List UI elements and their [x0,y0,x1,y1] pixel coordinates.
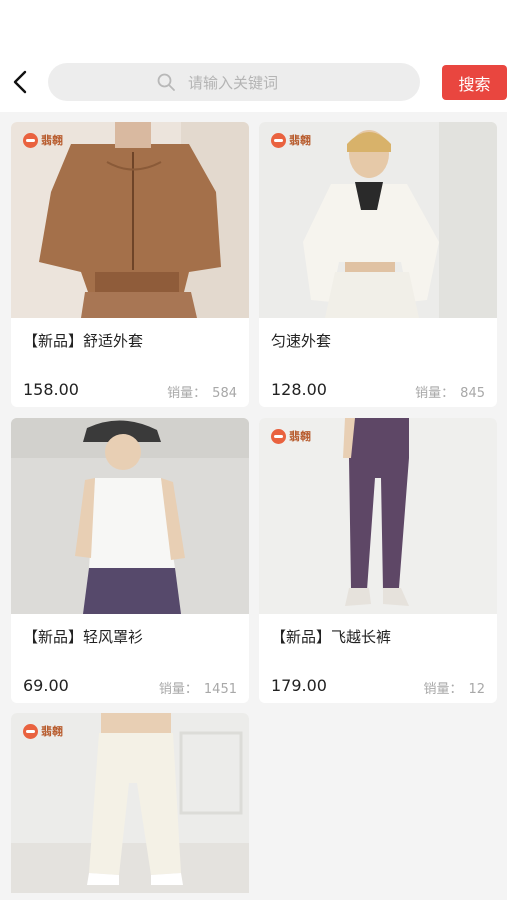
brand-label: 翡翱 [23,132,63,148]
brand-logo-icon [23,132,38,148]
product-card[interactable]: 翡翱 [11,713,249,893]
brand-logo-icon [23,723,38,739]
product-image: 翡翱 [259,418,497,614]
search-button[interactable]: 搜索 [442,65,507,100]
sales-label: 销量： [415,386,455,401]
brand-label: 翡翱 [271,428,311,444]
brand-name: 翡翱 [41,134,63,147]
sales-count: 12 [468,682,485,697]
sales-count: 845 [460,386,485,401]
product-price: 158.00 [23,380,79,399]
product-sales: 销量： 1451 [159,678,237,697]
product-image: 翡翱 [259,122,497,318]
product-image [11,418,249,614]
search-box[interactable] [48,63,420,103]
brand-name: 翡翱 [41,725,63,738]
top-bar: 搜索 [0,0,507,112]
brand-logo-icon [271,428,286,444]
product-card[interactable]: 翡翱 【新品】飞越长裤 179.00 销量： 12 [259,418,497,703]
back-arrow-icon [13,70,27,94]
brand-name: 翡翱 [289,134,311,147]
product-title: 【新品】飞越长裤 [271,628,392,646]
brand-name: 翡翱 [289,430,311,443]
product-title: 【新品】轻风罩衫 [23,628,144,646]
brand-logo-icon [271,132,286,148]
sales-label: 销量： [423,682,463,697]
sales-count: 1451 [203,682,237,697]
product-title: 匀速外套 [271,332,332,350]
product-card[interactable]: 【新品】轻风罩衫 69.00 销量： 1451 [11,418,249,703]
sales-count: 584 [212,386,237,401]
product-price: 69.00 [23,676,69,695]
product-sales: 销量： 845 [415,382,485,401]
product-price: 128.00 [271,380,327,399]
brand-label: 翡翱 [271,132,311,148]
search-input[interactable] [186,63,410,103]
product-title: 【新品】舒适外套 [23,332,144,350]
product-image: 翡翱 [11,713,249,893]
product-card[interactable]: 翡翱 匀速外套 128.00 销量： 845 [259,122,497,407]
search-icon [157,73,175,91]
brand-label: 翡翱 [23,723,63,739]
back-button[interactable] [8,66,32,98]
product-card[interactable]: 翡翱 【新品】舒适外套 158.00 销量： 584 [11,122,249,407]
product-sales: 销量： 12 [423,678,485,697]
sales-label: 销量： [167,386,207,401]
product-price: 179.00 [271,676,327,695]
sales-label: 销量： [158,682,198,697]
product-sales: 销量： 584 [167,382,237,401]
product-image: 翡翱 [11,122,249,318]
